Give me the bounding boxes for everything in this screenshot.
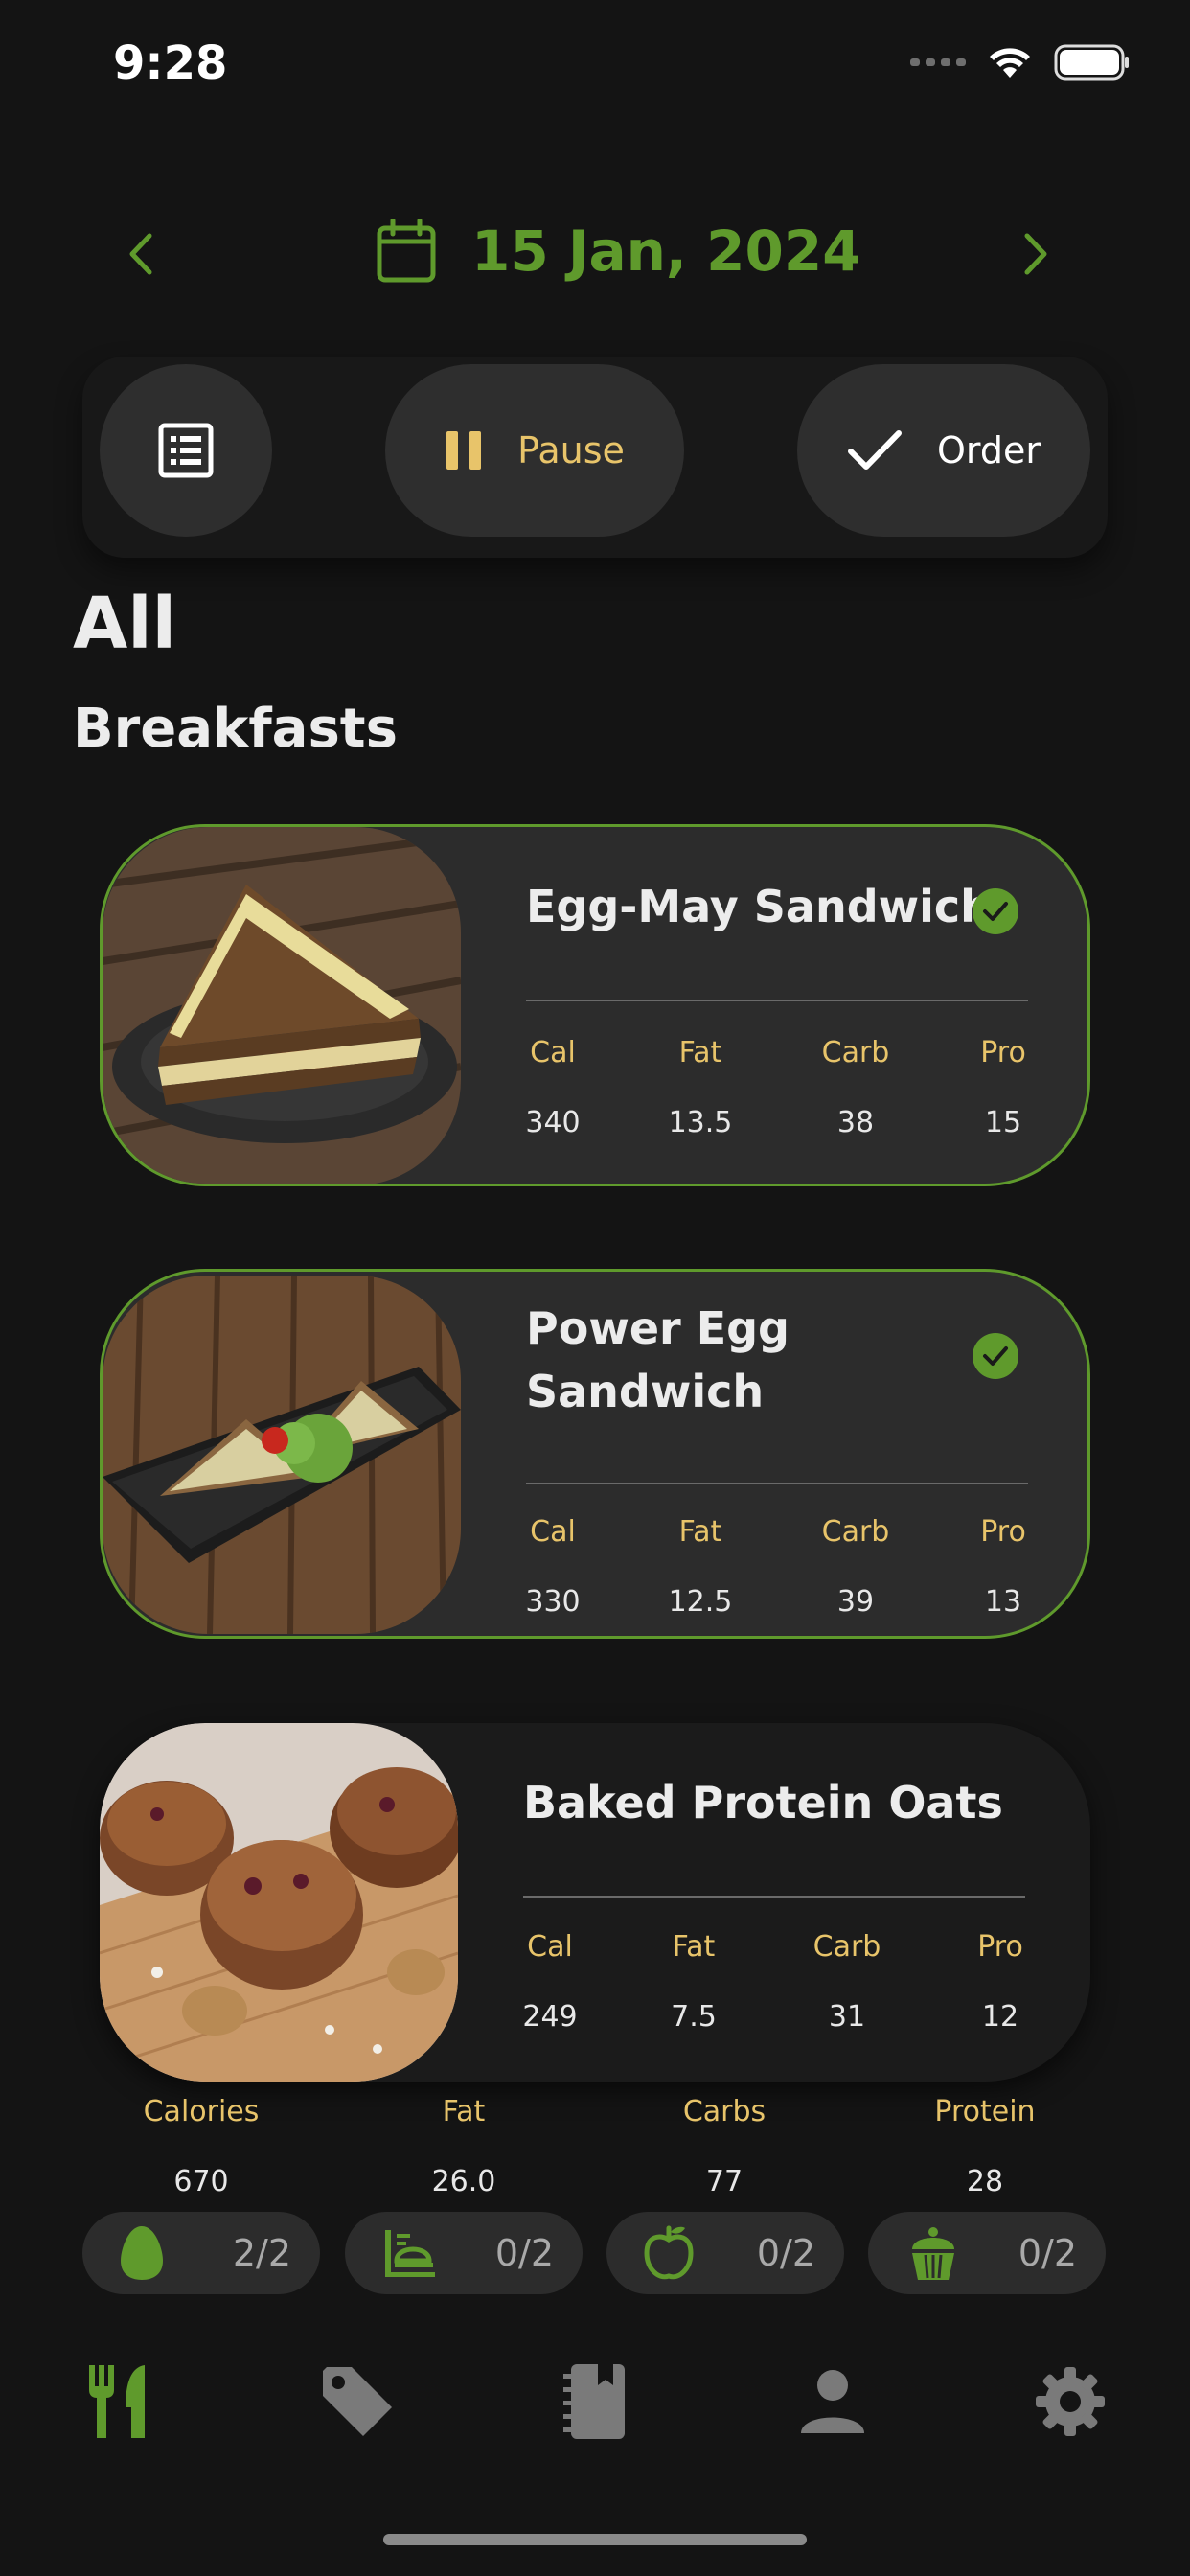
gear-icon bbox=[1036, 2367, 1105, 2436]
sandwich-plate-photo bbox=[103, 1276, 461, 1634]
next-day-button[interactable] bbox=[1004, 222, 1067, 286]
nav-settings[interactable] bbox=[1018, 2334, 1123, 2469]
total-carbs: Carbs 77 bbox=[682, 2095, 767, 2198]
status-icons bbox=[910, 44, 1131, 80]
counter-value: 0/2 bbox=[494, 2232, 554, 2274]
muffin-photo bbox=[100, 1723, 458, 2082]
sandwich-photo bbox=[103, 827, 461, 1184]
card-divider bbox=[523, 1896, 1025, 1898]
nav-offers[interactable] bbox=[305, 2334, 410, 2469]
fork-knife-icon bbox=[89, 2365, 145, 2438]
macro-pro: Pro 12 bbox=[977, 1930, 1023, 2034]
macro-cal: Cal 249 bbox=[522, 1930, 578, 2034]
apple-icon bbox=[644, 2225, 694, 2280]
battery-icon bbox=[1054, 44, 1129, 80]
action-bar: Pause Order bbox=[82, 356, 1108, 558]
date-picker-button[interactable]: 15 Jan, 2024 bbox=[376, 218, 861, 284]
total-protein: Protein 28 bbox=[934, 2095, 1036, 2198]
macro-cal: Cal 340 bbox=[525, 1036, 581, 1139]
meal-card[interactable]: Baked Protein Oats Cal 249 Fat 7.5 Carb … bbox=[100, 1723, 1090, 2082]
nav-meals[interactable] bbox=[67, 2334, 172, 2469]
bottom-navigation bbox=[0, 2334, 1190, 2469]
meal-card[interactable]: Egg-May Sandwich Cal 340 Fat 13.5 Carb 3… bbox=[100, 824, 1090, 1186]
cupcake-icon bbox=[912, 2227, 954, 2280]
checkmark-icon bbox=[848, 430, 902, 470]
snack-counter[interactable]: 0/2 bbox=[606, 2212, 844, 2294]
current-date: 15 Jan, 2024 bbox=[471, 218, 861, 284]
macro-carb: Carb 31 bbox=[812, 1930, 881, 2034]
macro-carb: Carb 38 bbox=[821, 1036, 890, 1139]
calendar-icon bbox=[377, 218, 436, 283]
card-divider bbox=[526, 1000, 1028, 1001]
wifi-icon bbox=[990, 48, 1030, 78]
counter-value: 0/2 bbox=[1018, 2232, 1077, 2274]
lunch-tray-icon bbox=[385, 2230, 435, 2277]
chevron-left-icon bbox=[129, 233, 152, 275]
macro-pro: Pro 15 bbox=[980, 1036, 1026, 1139]
home-indicator[interactable] bbox=[383, 2534, 807, 2545]
macro-pro: Pro 13 bbox=[980, 1515, 1026, 1619]
egg-icon bbox=[121, 2226, 163, 2280]
lunch-counter[interactable]: 0/2 bbox=[345, 2212, 583, 2294]
tag-icon bbox=[323, 2367, 392, 2436]
counter-value: 2/2 bbox=[232, 2232, 291, 2274]
pause-label: Pause bbox=[517, 429, 625, 472]
meal-card[interactable]: Power Egg Sandwich Cal 330 Fat 12.5 Carb… bbox=[100, 1269, 1090, 1639]
date-navigator: 15 Jan, 2024 bbox=[0, 211, 1190, 297]
notebook-icon bbox=[563, 2364, 625, 2439]
order-button[interactable]: Order bbox=[797, 364, 1090, 537]
filter-heading-all: All bbox=[73, 583, 177, 665]
chevron-right-icon bbox=[1024, 233, 1047, 275]
macro-fat: Fat 7.5 bbox=[671, 1930, 717, 2034]
meal-name: Power Egg Sandwich bbox=[526, 1302, 790, 1417]
selected-check-icon bbox=[973, 888, 1018, 934]
selected-check-icon bbox=[973, 1333, 1018, 1379]
menu-list-button[interactable] bbox=[100, 364, 272, 537]
previous-day-button[interactable] bbox=[109, 222, 172, 286]
nav-journal[interactable] bbox=[542, 2334, 648, 2469]
meal-name: Baked Protein Oats bbox=[523, 1777, 1003, 1828]
person-icon bbox=[801, 2370, 864, 2433]
status-time: 9:28 bbox=[113, 36, 228, 90]
macro-fat: Fat 13.5 bbox=[668, 1036, 733, 1139]
total-fat: Fat 26.0 bbox=[431, 2095, 496, 2198]
macro-cal: Cal 330 bbox=[525, 1515, 581, 1619]
card-divider bbox=[526, 1483, 1028, 1484]
breakfast-counter[interactable]: 2/2 bbox=[82, 2212, 320, 2294]
total-calories: Calories 670 bbox=[143, 2095, 260, 2198]
counter-value: 0/2 bbox=[756, 2232, 815, 2274]
macro-carb: Carb 39 bbox=[821, 1515, 890, 1619]
order-label: Order bbox=[937, 429, 1041, 472]
meal-name: Egg-May Sandwich bbox=[526, 881, 992, 932]
list-icon bbox=[158, 423, 214, 478]
signal-icon bbox=[910, 58, 966, 66]
pause-icon bbox=[446, 431, 482, 470]
macro-fat: Fat 12.5 bbox=[668, 1515, 733, 1619]
pause-button[interactable]: Pause bbox=[385, 364, 684, 537]
section-heading-breakfasts: Breakfasts bbox=[73, 698, 398, 760]
dessert-counter[interactable]: 0/2 bbox=[868, 2212, 1106, 2294]
nav-profile[interactable] bbox=[780, 2334, 885, 2469]
